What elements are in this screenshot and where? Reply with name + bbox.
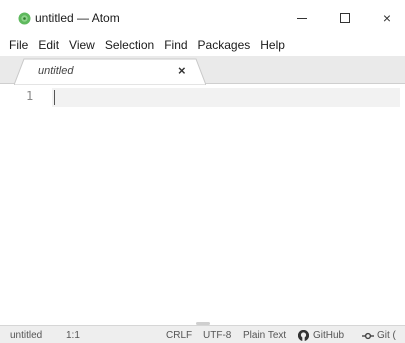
window-title: untitled — Atom bbox=[35, 11, 120, 25]
tab-bar: untitled × bbox=[0, 56, 405, 85]
menu-edit[interactable]: Edit bbox=[33, 36, 64, 54]
atom-window: untitled — Atom × File Edit View Selecti… bbox=[0, 0, 405, 343]
menu-help[interactable]: Help bbox=[255, 36, 290, 54]
close-button[interactable]: × bbox=[370, 6, 404, 30]
atom-app-icon bbox=[18, 12, 31, 25]
status-encoding[interactable]: UTF-8 bbox=[203, 330, 231, 341]
status-line-ending[interactable]: CRLF bbox=[166, 330, 192, 341]
line-number-gutter: 1 bbox=[0, 85, 52, 325]
menu-bar: File Edit View Selection Find Packages H… bbox=[0, 34, 405, 56]
status-cursor-position[interactable]: 1:1 bbox=[66, 330, 80, 341]
status-github-label: GitHub bbox=[313, 330, 345, 341]
status-file-name[interactable]: untitled bbox=[10, 330, 42, 341]
status-github[interactable]: GitHub bbox=[298, 330, 344, 341]
cursor-line-highlight[interactable] bbox=[52, 88, 400, 107]
maximize-button[interactable] bbox=[328, 6, 362, 30]
menu-find[interactable]: Find bbox=[159, 36, 192, 54]
line-number: 1 bbox=[26, 89, 34, 103]
tab-untitled[interactable]: untitled × bbox=[14, 58, 206, 85]
menu-view[interactable]: View bbox=[64, 36, 100, 54]
title-bar[interactable]: untitled — Atom × bbox=[0, 0, 405, 34]
text-editor[interactable]: 1 bbox=[0, 85, 405, 325]
tab-title: untitled bbox=[38, 65, 74, 77]
status-bar: untitled 1:1 CRLF UTF-8 Plain Text GitHu… bbox=[0, 325, 405, 343]
status-grammar[interactable]: Plain Text bbox=[243, 330, 286, 341]
minimize-icon bbox=[297, 17, 307, 19]
status-git[interactable]: Git ( bbox=[362, 330, 396, 341]
maximize-icon bbox=[340, 13, 350, 23]
close-icon: × bbox=[382, 10, 392, 26]
tab-close-icon[interactable]: × bbox=[178, 63, 186, 78]
git-commit-icon bbox=[362, 332, 374, 340]
menu-file[interactable]: File bbox=[4, 36, 33, 54]
github-icon bbox=[298, 330, 309, 341]
menu-packages[interactable]: Packages bbox=[193, 36, 256, 54]
text-cursor bbox=[54, 90, 55, 105]
status-git-label: Git ( bbox=[377, 330, 396, 341]
minimize-button[interactable] bbox=[285, 6, 319, 30]
menu-selection[interactable]: Selection bbox=[100, 36, 159, 54]
